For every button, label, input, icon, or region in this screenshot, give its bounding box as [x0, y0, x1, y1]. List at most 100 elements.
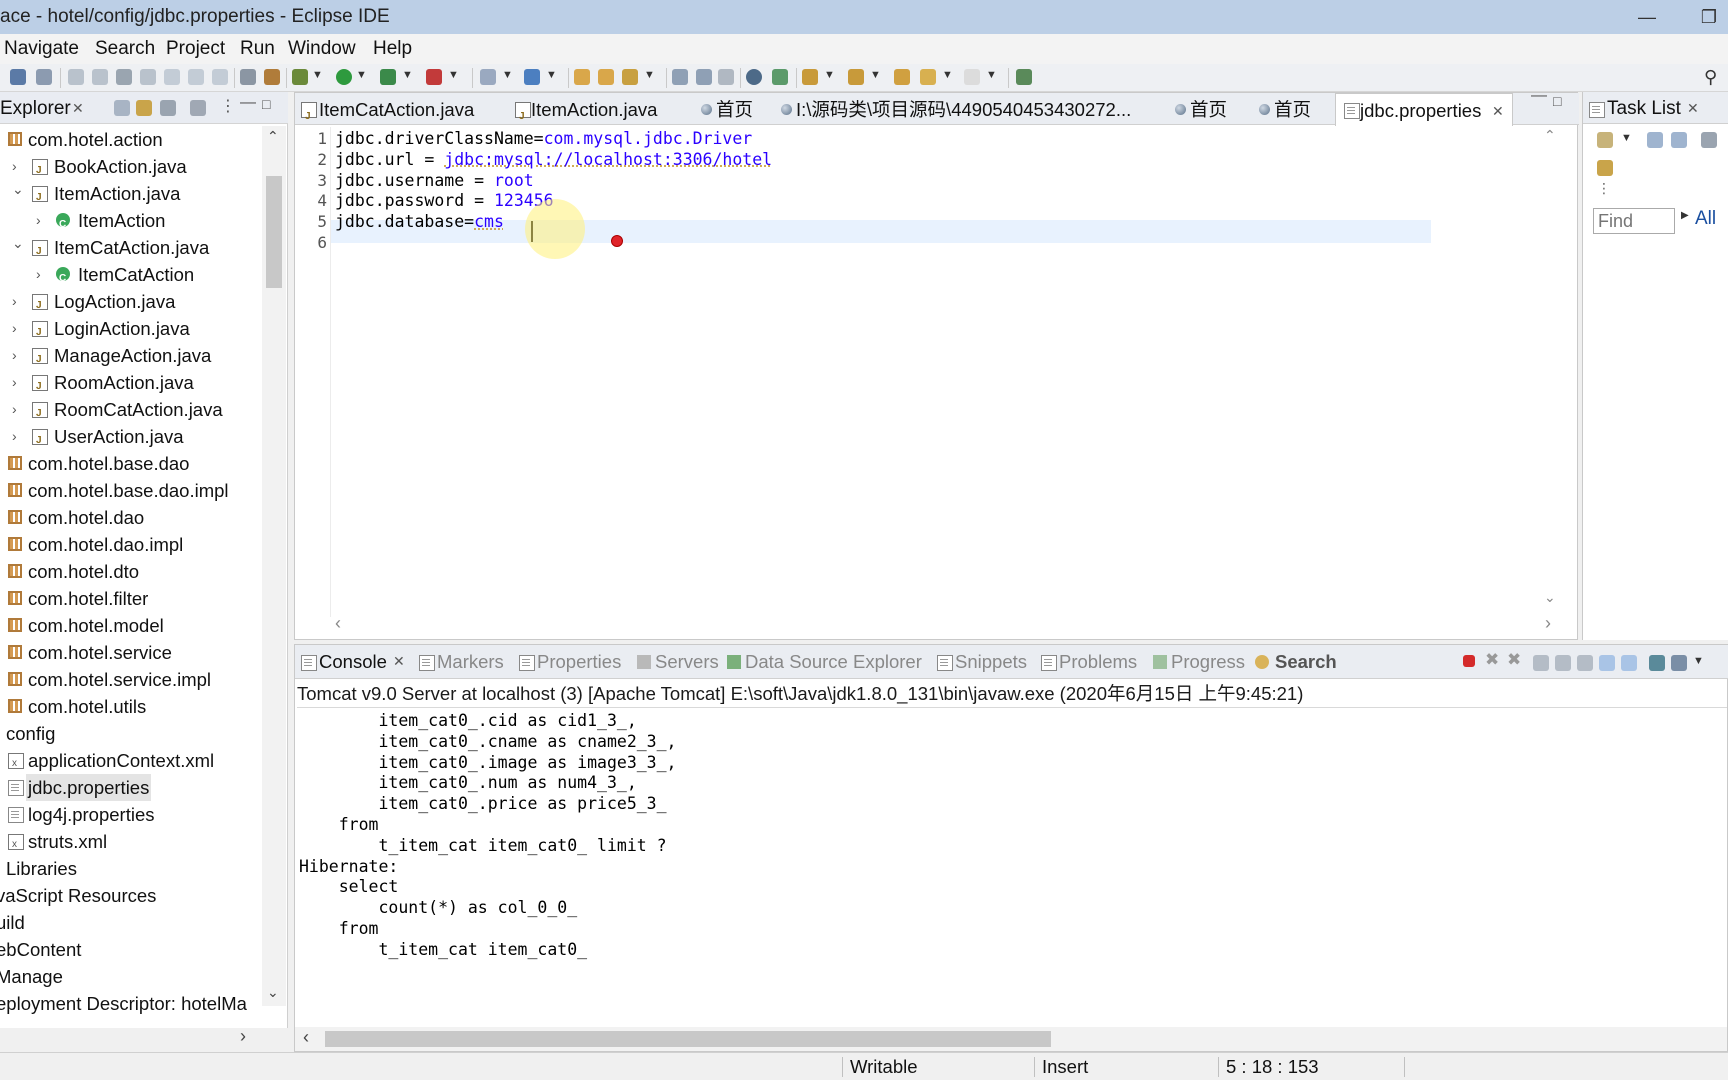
editor-vertical-scrollbar[interactable]: ⌃ ⌄ — [1539, 127, 1563, 617]
activate-task-icon[interactable] — [1597, 160, 1613, 176]
console-horizontal-scrollbar[interactable]: ‹ — [295, 1027, 1727, 1051]
tree-item[interactable]: com.hotel.base.dao.impl — [0, 477, 262, 504]
disconnect-icon[interactable] — [140, 69, 156, 85]
categorize-icon[interactable] — [1647, 132, 1663, 148]
next-annotation-icon[interactable] — [802, 69, 818, 85]
tab-progress[interactable]: Progress — [1171, 651, 1245, 673]
word-wrap-icon[interactable] — [1577, 655, 1593, 671]
search-toolbar-icon[interactable] — [622, 69, 638, 85]
menu-search[interactable]: Search — [95, 38, 155, 60]
chevron-right-icon[interactable]: › — [12, 315, 26, 342]
chevron-down-icon[interactable]: ▼ — [942, 69, 953, 81]
clear-console-icon[interactable] — [1533, 655, 1549, 671]
tree-item[interactable]: ⌄ItemCatAction.java — [0, 234, 262, 265]
editor-horizontal-scrollbar[interactable]: ‹ › — [331, 613, 1567, 637]
show-whitespace-icon[interactable] — [718, 69, 734, 85]
open-folder-icon[interactable] — [598, 69, 614, 85]
step-over-icon[interactable] — [188, 69, 204, 85]
tree-item[interactable]: com.hotel.model — [0, 612, 262, 639]
close-icon[interactable]: ✕ — [393, 653, 405, 670]
new-task-icon[interactable] — [1597, 132, 1613, 148]
menu-navigate[interactable]: Navigate — [4, 38, 79, 60]
chevron-right-icon[interactable]: › — [12, 369, 26, 396]
close-icon[interactable]: ✕ — [72, 100, 84, 117]
focus-icon[interactable] — [1701, 132, 1717, 148]
menu-project[interactable]: Project — [166, 38, 225, 60]
remove-launch-icon[interactable]: ✖ — [1485, 650, 1499, 670]
display-console-icon[interactable] — [1671, 655, 1687, 671]
code-line[interactable]: jdbc.database=cms — [335, 210, 504, 233]
tree-item[interactable]: › RoomCatAction.java — [0, 396, 262, 427]
run-icon[interactable] — [336, 69, 352, 85]
tree-item[interactable]: vaScript Resources — [0, 882, 262, 909]
tree-item[interactable]: log4j.properties — [0, 801, 262, 828]
explorer-vertical-scrollbar[interactable]: ⌃ ⌄ — [262, 126, 286, 1006]
tree-item[interactable]: › ManageAction.java — [0, 342, 262, 373]
tab-properties[interactable]: Properties — [537, 651, 621, 673]
tree-item[interactable]: ⌄ItemAction.java — [0, 180, 262, 211]
restore-button[interactable]: ❐ — [1692, 4, 1726, 30]
tree-item[interactable]: com.hotel.filter — [0, 585, 262, 612]
tree-item[interactable]: com.hotel.service.impl — [0, 666, 262, 693]
close-icon[interactable]: ✕ — [1687, 100, 1699, 117]
collapse-all-icon[interactable] — [114, 100, 130, 116]
scroll-left-icon[interactable]: ‹ — [303, 1027, 309, 1048]
more-options-icon[interactable]: ⋮ — [220, 96, 236, 116]
scroll-right-icon[interactable]: › — [1545, 613, 1551, 634]
open-perspective-icon[interactable] — [1016, 69, 1032, 85]
previous-annotation-icon[interactable] — [848, 69, 864, 85]
tree-item[interactable]: › LogAction.java — [0, 288, 262, 319]
tab-console[interactable]: Console — [319, 651, 387, 673]
tree-item[interactable]: Libraries — [0, 855, 262, 882]
tab-data-source-explorer[interactable]: Data Source Explorer — [745, 651, 922, 673]
tree-item[interactable]: › UserAction.java — [0, 423, 262, 454]
filter-icon[interactable] — [160, 100, 176, 116]
chevron-down-icon[interactable]: ▼ — [312, 69, 323, 81]
menu-run[interactable]: Run — [240, 38, 275, 60]
toggle-mark-icon[interactable] — [672, 69, 688, 85]
suspend-icon[interactable] — [92, 69, 108, 85]
task-list-title[interactable]: Task List — [1607, 98, 1681, 120]
menu-help[interactable]: Help — [373, 38, 412, 60]
tree-item[interactable]: struts.xml — [0, 828, 262, 858]
scroll-lock-icon[interactable] — [1555, 655, 1571, 671]
tree-item[interactable]: com.hotel.dao.impl — [0, 531, 262, 558]
tree-item[interactable]: ebContent — [0, 936, 262, 963]
code-line[interactable]: jdbc.password = 123456 — [335, 189, 554, 212]
chevron-down-icon[interactable]: ▼ — [1693, 655, 1704, 667]
new-server-icon[interactable] — [480, 69, 496, 85]
tree-item[interactable]: › LoginAction.java — [0, 315, 262, 346]
code-line[interactable]: jdbc.username = root — [335, 169, 534, 192]
menu-window[interactable]: Window — [288, 38, 356, 60]
tab-markers[interactable]: Markers — [437, 651, 504, 673]
chevron-down-icon[interactable]: ▼ — [986, 69, 997, 81]
tree-item[interactable]: applicationContext.xml — [0, 747, 262, 777]
tab-search[interactable]: Search — [1275, 651, 1337, 673]
code-editor[interactable]: 1 jdbc.driverClassName=com.mysql.jdbc.Dri… — [295, 117, 1435, 617]
maximize-view-icon[interactable]: □ — [262, 96, 270, 112]
scroll-down-icon[interactable]: ⌄ — [1544, 589, 1556, 606]
scroll-right-icon[interactable]: › — [240, 1026, 246, 1047]
tree-item[interactable]: › ItemCatAction — [0, 261, 262, 292]
tab-snippets[interactable]: Snippets — [955, 651, 1027, 673]
chevron-right-icon[interactable]: › — [36, 261, 50, 288]
chevron-down-icon[interactable]: ▼ — [824, 69, 835, 81]
chevron-right-icon[interactable]: › — [12, 423, 26, 450]
terminate-icon[interactable] — [1463, 655, 1475, 667]
chevron-down-icon[interactable]: ▼ — [402, 69, 413, 81]
chevron-down-icon[interactable]: ▼ — [448, 69, 459, 81]
chevron-right-icon[interactable]: › — [12, 342, 26, 369]
tree-item[interactable]: Manage — [0, 963, 262, 990]
all-link[interactable]: All — [1695, 208, 1716, 230]
last-edit-icon[interactable] — [894, 69, 910, 85]
code-line[interactable]: jdbc.url = jdbc:mysql://localhost:3306/h… — [335, 148, 772, 171]
scroll-thumb[interactable] — [266, 176, 282, 288]
close-tab-icon[interactable]: ✕ — [1492, 94, 1504, 128]
minimize-editor-icon[interactable]: — — [1531, 87, 1547, 105]
remove-all-icon[interactable]: ✖ — [1507, 650, 1521, 670]
tree-item[interactable]: uild — [0, 909, 262, 936]
coverage-icon[interactable] — [380, 69, 396, 85]
more-options-icon[interactable]: ⋮ — [1597, 180, 1611, 197]
tree-item[interactable]: eployment Descriptor: hotelMa — [0, 990, 262, 1017]
minimize-button[interactable]: — — [1630, 4, 1664, 30]
